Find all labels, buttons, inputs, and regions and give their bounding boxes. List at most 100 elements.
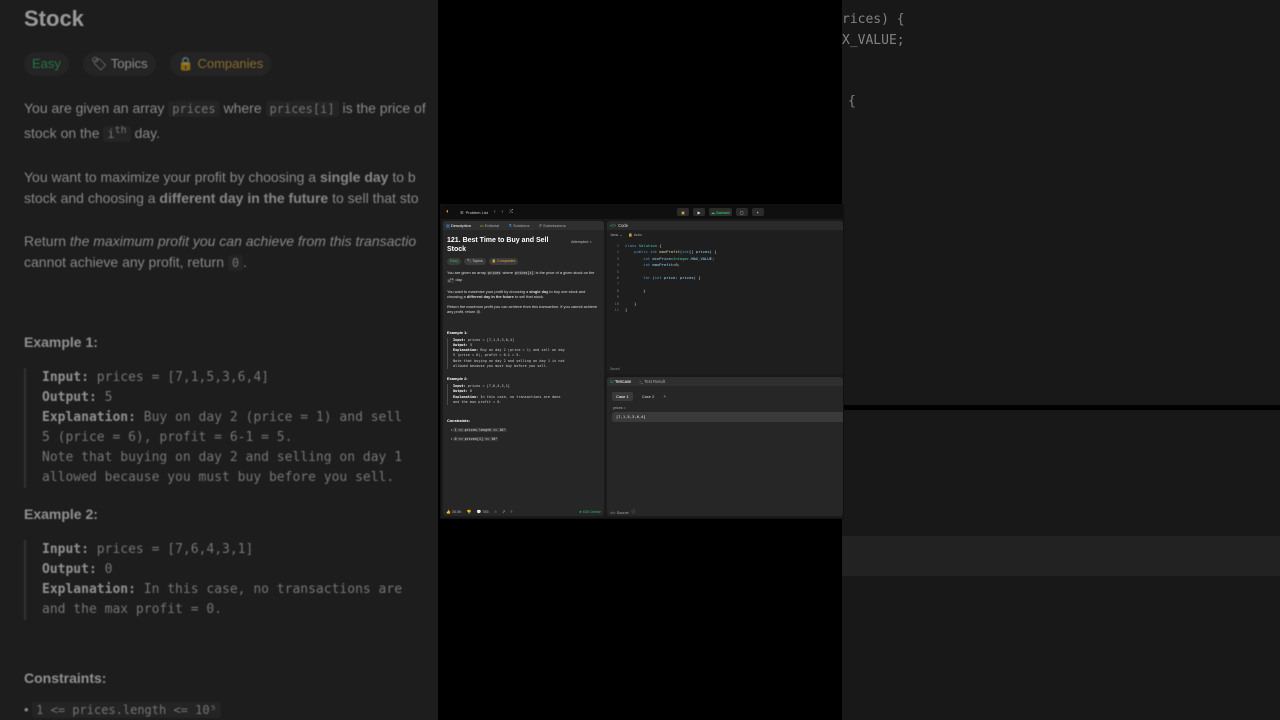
description-paragraph-2: You want to maximize your profit by choo… <box>447 288 586 299</box>
comment-icon: 💬 <box>476 510 482 514</box>
status-badge: Attempted ◑ <box>571 240 592 244</box>
top-bar: ◐ ☰ Problem List ‹ › ⤮ ▣ ▶ ☁ Submit ▢ ✦ <box>441 205 843 219</box>
lock-icon: 🔒 <box>628 232 634 237</box>
note-icon[interactable]: ▢ <box>735 208 748 216</box>
editorial-icon: ▭ <box>479 223 484 228</box>
constraints-title: Constraints: <box>447 417 470 423</box>
bg-paragraph-3: Return the maximum profit you can achiev… <box>24 233 417 271</box>
input-label: prices = <box>613 406 626 410</box>
bg-tag-topics: 🏷 Topics <box>82 52 156 76</box>
ai-assist-icon[interactable]: ✦ <box>751 208 764 216</box>
description-tabs: ▤ Description ▭ Editorial ⚗ Solutions ↺ … <box>443 221 604 230</box>
bg-example-1: Input: prices = [7,1,5,3,6,4] Output: 5 … <box>24 368 438 488</box>
bg-paragraph-2: You want to maximize your profit by choo… <box>24 169 419 206</box>
description-paragraph-1: You are given an array prices where pric… <box>447 270 595 283</box>
prev-problem-button[interactable]: ‹ <box>494 209 496 215</box>
constraint-item: • 1 <= prices.length <= 10⁵ <box>451 427 507 433</box>
bg-code-line: X_VALUE; <box>842 33 905 48</box>
constraint-item: • 0 <= prices[i] <= 10⁴ <box>451 436 499 442</box>
tab-submissions[interactable]: ↺ Submissions <box>538 223 565 228</box>
help-icon[interactable]: ? <box>510 510 512 514</box>
code-header: </> Code <box>607 221 843 230</box>
run-button[interactable]: ▶ <box>693 208 705 216</box>
saved-status: Saved <box>610 367 620 371</box>
online-count: ● 630 Online <box>579 509 601 514</box>
description-paragraph-3: Return the maximum profit you can achiev… <box>447 304 598 315</box>
example-1: Input: prices = [7,1,5,3,6,4] Output: 5 … <box>447 337 600 369</box>
attempted-icon: ◑ <box>589 240 592 244</box>
problem-tags: Easy 🏷 Topics 🔒 Companies <box>447 258 600 266</box>
background-right: rices) { X_VALUE; { <box>842 0 1280 720</box>
code-text: } <box>625 306 628 312</box>
code-icon: </> <box>610 223 617 228</box>
auto-toggle[interactable]: 🔒 Auto <box>628 232 641 237</box>
testcase-panel: ☑ Testcase ›_ Test Result Case 1 Case 2 … <box>607 377 843 516</box>
code-panel: </> Code Java ⌄ 🔒 Auto 1 class Solution {… <box>607 221 843 374</box>
add-case-button[interactable]: + <box>663 394 666 400</box>
checkbox-icon: ☑ <box>610 379 614 384</box>
bg-example-1-title: Example 1: <box>24 334 98 350</box>
dislike-button[interactable]: 👎 <box>467 509 472 514</box>
description-panel: ▤ Description ▭ Editorial ⚗ Solutions ↺ … <box>443 221 604 516</box>
code-editor[interactable]: 1 class Solution {2 public int maxProfit(… <box>607 243 843 313</box>
history-icon: ↺ <box>538 223 542 228</box>
code-text: for (int price: prices) { <box>643 274 701 280</box>
terminal-icon: ›_ <box>639 379 644 384</box>
source-button[interactable]: </> Source <box>610 511 629 515</box>
bg-paragraph-1: You are given an array prices where pric… <box>24 100 426 142</box>
shuffle-button[interactable]: ⤮ <box>509 209 513 215</box>
problem-title[interactable]: 121. Best Time to Buy and Sell Stock <box>447 236 567 254</box>
companies-button[interactable]: 🔒 Companies <box>488 258 519 266</box>
case-1-tab[interactable]: Case 1 <box>612 392 633 401</box>
description-footer: 👍 35.5K 👎 💬 785 ☆ ⇗ ? ● 630 Online <box>443 507 604 516</box>
case-tabs: Case 1 Case 2 + <box>612 392 843 401</box>
tab-test-result[interactable]: ›_ Test Result <box>639 379 665 384</box>
tab-solutions[interactable]: ⚗ Solutions <box>508 223 529 228</box>
code-toolbar: Java ⌄ 🔒 Auto <box>607 230 843 238</box>
description-icon: ▤ <box>446 223 450 228</box>
share-icon[interactable]: ⇗ <box>502 509 505 514</box>
bg-tag-companies: 🔒 Companies <box>169 52 272 76</box>
next-problem-button[interactable]: › <box>502 209 504 215</box>
lock-icon: 🔒 <box>491 259 497 263</box>
example-2-title: Example 2: <box>447 375 468 381</box>
leetcode-logo-icon[interactable]: ◐ <box>446 209 452 215</box>
tab-description[interactable]: ▤ Description <box>446 223 471 228</box>
bg-tags: Easy 🏷 Topics 🔒 Companies <box>24 52 438 76</box>
language-select[interactable]: Java ⌄ <box>610 232 622 237</box>
chevron-down-icon: ⌄ <box>619 232 623 237</box>
submit-button[interactable]: ☁ Submit <box>709 208 732 216</box>
line-number: 11 <box>614 306 619 312</box>
bg-title: Stock <box>24 6 84 31</box>
bg-input-box <box>842 536 1280 576</box>
thumbs-down-icon: 👎 <box>466 510 472 514</box>
example-2: Input: prices = [7,6,4,3,1] Output: 0 Ex… <box>447 384 600 405</box>
debug-icon[interactable]: ▣ <box>677 208 689 216</box>
tab-editorial[interactable]: ▭ Editorial <box>480 223 499 228</box>
bg-code-line: { <box>848 94 856 109</box>
comments-button[interactable]: 💬 785 <box>476 509 488 514</box>
bg-tag-easy: Easy <box>24 52 69 76</box>
code-line[interactable]: 11} <box>607 307 843 313</box>
info-icon[interactable]: ⓘ <box>632 510 636 515</box>
bg-constraint: • 1 <= prices.length <= 10⁵ <box>24 702 438 718</box>
testcase-header: ☑ Testcase ›_ Test Result <box>607 377 843 386</box>
code-icon: </> <box>610 510 616 515</box>
testcase-footer: </> Source ⓘ <box>610 510 635 515</box>
constraints-list: • 1 <= prices.length <= 10⁵ • 0 <= price… <box>447 427 600 442</box>
problem-list-button[interactable]: ☰ Problem List <box>460 210 488 215</box>
bg-constraints-title: Constraints: <box>24 670 107 686</box>
prices-input[interactable]: [7,1,5,3,6,4] <box>612 412 843 422</box>
bg-example-2: Input: prices = [7,6,4,3,1] Output: 0 Ex… <box>24 540 438 620</box>
code-text: } <box>625 287 646 293</box>
tab-testcase[interactable]: ☑ Testcase <box>610 379 631 384</box>
difficulty-badge: Easy <box>447 258 461 266</box>
bg-example-2-title: Example 2: <box>24 506 98 522</box>
like-button[interactable]: 👍 35.5K <box>446 509 462 514</box>
case-2-tab[interactable]: Case 2 <box>638 392 659 401</box>
topics-button[interactable]: 🏷 Topics <box>464 258 486 266</box>
play-icon: ▶ <box>697 209 701 215</box>
star-icon[interactable]: ☆ <box>494 509 497 514</box>
code-text: int maxProfit=0; <box>643 262 680 268</box>
thumbs-up-icon: 👍 <box>446 510 451 514</box>
